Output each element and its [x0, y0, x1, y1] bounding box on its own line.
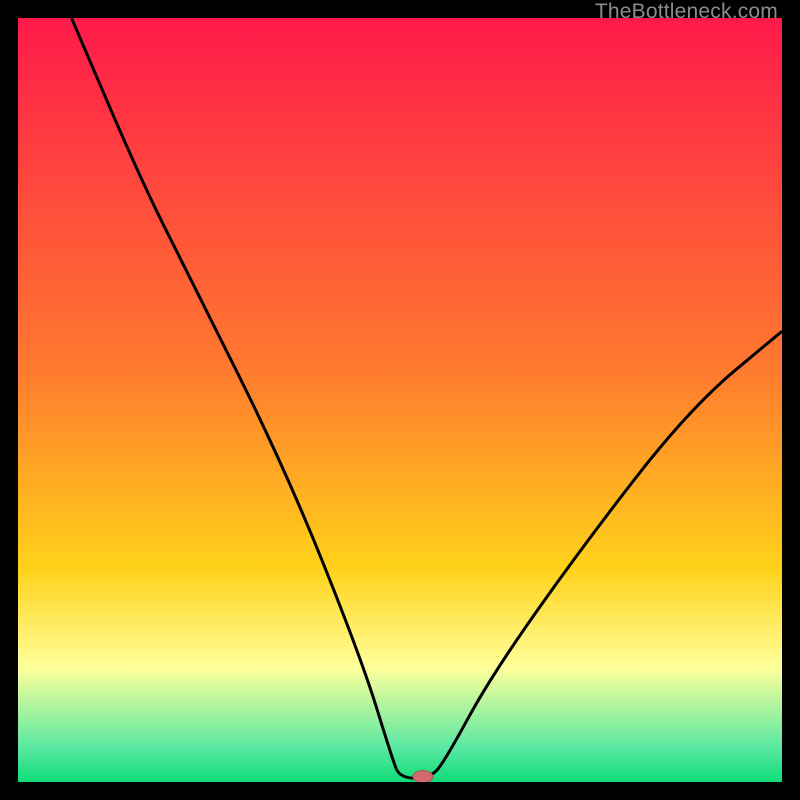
optimum-marker: [413, 771, 433, 782]
gradient-background: [18, 18, 782, 782]
chart-frame: TheBottleneck.com: [0, 0, 800, 800]
bottleneck-chart: [18, 18, 782, 782]
plot-area: [18, 18, 782, 782]
watermark-text: TheBottleneck.com: [595, 0, 778, 24]
